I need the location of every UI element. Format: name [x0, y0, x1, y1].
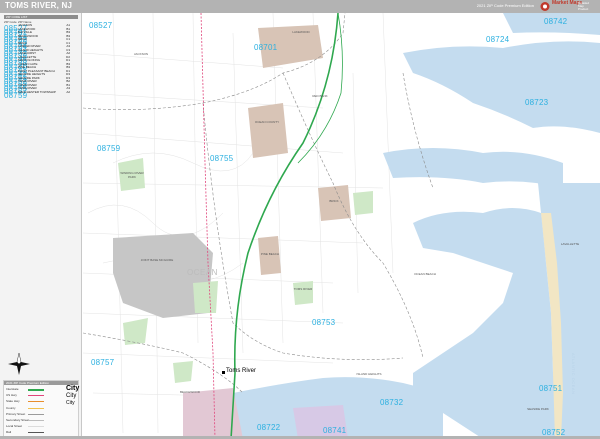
legend-line-swatch [28, 420, 44, 421]
legend-line-swatch [28, 389, 44, 391]
zip-label-08723[interactable]: 08723 [525, 98, 548, 107]
legend-row-label: Rail [6, 430, 12, 435]
legend-line-swatch [28, 407, 44, 409]
zip-label-08757[interactable]: 08757 [91, 358, 114, 367]
zip-label-08701[interactable]: 08701 [254, 43, 277, 52]
sidebar: ZIP CODE LIST ZIP Code ZIP Name 08527 JAC… [0, 13, 82, 439]
zip-label-08527[interactable]: 08527 [89, 21, 112, 30]
place-joint-base: JOINT BASE MCGUIRE [140, 258, 174, 262]
county-park-area [248, 103, 288, 158]
compass-rose-icon [8, 353, 30, 375]
zip-label-08724[interactable]: 08724 [486, 35, 509, 44]
map-header: TOMS RIVER, NJ 2021 ZIP Code Premium Edi… [0, 0, 600, 13]
place-brick: BRICK [329, 199, 339, 203]
legend-line-swatch [28, 395, 44, 397]
legend-line-swatch [28, 432, 44, 433]
legend-city-large: City [66, 385, 80, 392]
zip-label-08732[interactable]: 08732 [380, 398, 403, 407]
zip-label-08722[interactable]: 08722 [257, 423, 280, 432]
legend-row-label: Interstate [6, 387, 19, 391]
place-jackson: JACKSON [133, 52, 149, 56]
zip-label-08759[interactable]: 08759 [97, 144, 120, 153]
legend-city-medium: City [66, 393, 77, 399]
zip-label-08741[interactable]: 08741 [323, 426, 346, 435]
place-island-heights: ISLAND HEIGHTS [356, 372, 382, 376]
place-ocean-county: OCEAN COUNTY [254, 120, 280, 124]
city-label-toms-river[interactable]: Toms River [226, 368, 256, 374]
place-red-bank: RED BANK [312, 94, 328, 98]
map-legend: 2021 ZIP Code Premium Edition Interstate… [3, 380, 79, 439]
zip-index-name: MANCHESTER TOWNSHIP [18, 89, 56, 94]
place-seaside-park: SEASIDE PARK [527, 407, 549, 411]
place-toms-river: TOMS RIVER [293, 287, 313, 291]
zip-label-08753[interactable]: 08753 [312, 318, 335, 327]
city-dot-icon [222, 371, 225, 374]
legend-row-label: Primary Street [6, 411, 26, 416]
place-lavallette: LAVALLETTE [560, 242, 580, 246]
brand-logo: Market Maps Detailed Map Product [538, 0, 594, 13]
legend-row-label: County [6, 405, 16, 410]
zip-index-row[interactable]: 08759 MANCHESTER TOWNSHIP A2 [4, 89, 78, 100]
place-beachwood: BEACHWOOD [179, 390, 200, 394]
ocean-county-label: OCEAN [187, 268, 218, 277]
legend-line-swatch [28, 426, 44, 427]
logo-icon [540, 2, 550, 11]
place-winding-river-park: WINDING RIVER PARK [120, 171, 144, 179]
map-canvas[interactable]: 08527 08701 08742 08724 08723 08759 0875… [83, 13, 600, 439]
legend-row-label: Local Street [6, 424, 23, 429]
legend-city-small: City [66, 400, 75, 406]
legend-row-label: Secondary Street [6, 418, 30, 422]
zip-label-08751[interactable]: 08751 [539, 384, 562, 393]
edition-label: 2021 ZIP Code Premium Edition [476, 3, 534, 8]
map-graphic [83, 13, 600, 439]
legend-row-label: State Hwy [6, 399, 20, 404]
logo-tag: Detailed Map Product [578, 1, 590, 11]
zip-index-heading: ZIP CODE LIST [4, 15, 78, 19]
legend-row-label: US Hwy [6, 393, 17, 398]
place-lakewood: LAKEWOOD [292, 30, 310, 34]
legend-line-swatch [28, 413, 44, 415]
legend-line-swatch [28, 401, 44, 403]
zip-index-list: 08527 JACKSON A1 08701 LAKEWOOD B1 08721 BAYVIL… [4, 23, 78, 100]
zip-index-page: A2 [66, 89, 70, 94]
map-title: TOMS RIVER, NJ [5, 1, 73, 10]
place-ocean-beach: OCEAN BEACH [414, 272, 436, 276]
zip-label-08742[interactable]: 08742 [544, 17, 567, 26]
place-pine-beach: PINE BEACH [260, 252, 280, 256]
atlantic-ocean-label: ATLANTIC OCEAN [571, 353, 576, 395]
zip-label-08755[interactable]: 08755 [210, 154, 233, 163]
